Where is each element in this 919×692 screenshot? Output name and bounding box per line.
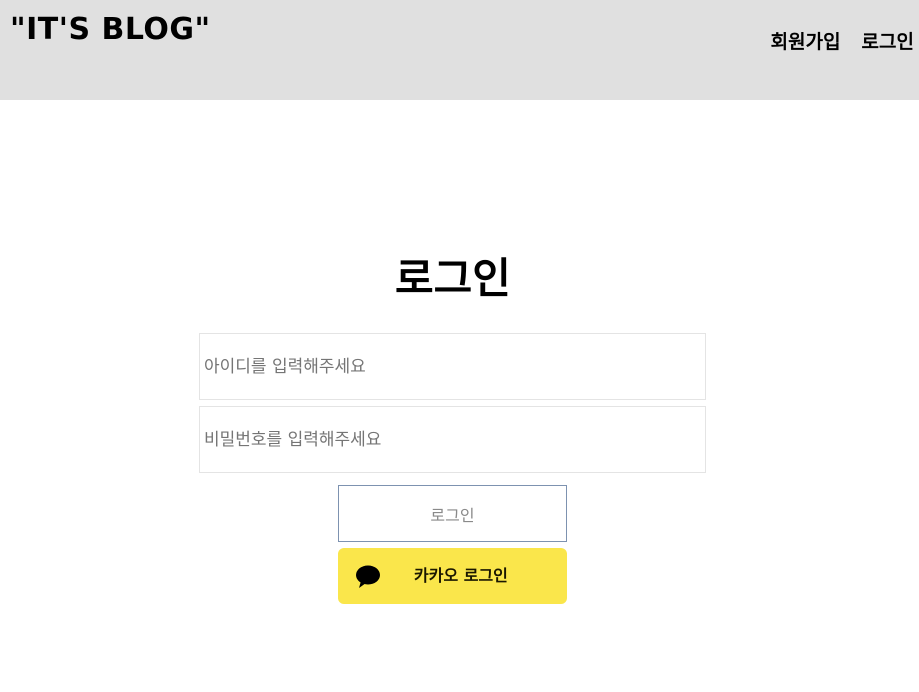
kakao-login-label: 카카오 로그인	[414, 566, 508, 585]
password-input[interactable]	[199, 406, 706, 473]
speech-bubble-icon	[356, 565, 380, 588]
site-logo[interactable]: "IT'S BLOG"	[10, 12, 211, 48]
kakao-login-button[interactable]: 카카오 로그인	[338, 548, 567, 604]
nav-signup-link[interactable]: 회원가입	[771, 29, 841, 55]
login-button[interactable]: 로그인	[338, 485, 567, 542]
page-title: 로그인	[395, 254, 511, 303]
nav-login-link[interactable]: 로그인	[862, 29, 914, 55]
username-input[interactable]	[199, 333, 706, 400]
top-nav: 회원가입 로그인	[771, 29, 914, 55]
site-header: "IT'S BLOG" 회원가입 로그인	[0, 0, 919, 100]
